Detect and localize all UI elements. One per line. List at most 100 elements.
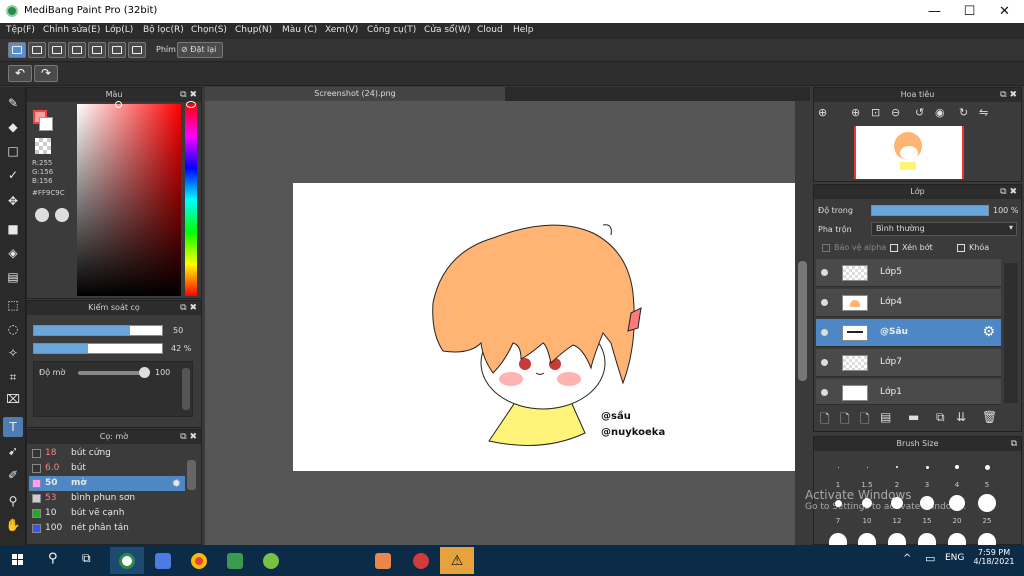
blur-slider-handle[interactable] xyxy=(139,367,150,378)
menu-capture[interactable]: Chụp(N) xyxy=(235,25,272,35)
new-layer-icon[interactable]: 🗋 xyxy=(820,410,830,431)
sv-cursor[interactable] xyxy=(115,101,122,108)
merge-layer-icon[interactable]: ⇊ xyxy=(956,410,966,424)
brush-size-dot[interactable] xyxy=(925,465,929,469)
drawing-canvas[interactable]: @sầu @nuykoeka xyxy=(293,183,795,471)
blur-slider[interactable] xyxy=(78,371,144,375)
document-tab[interactable]: Screenshot (24).png xyxy=(205,87,505,101)
rectangle-tool[interactable]: □ xyxy=(3,141,23,161)
panel-buttons[interactable]: ⧉ ✖ xyxy=(180,88,197,102)
minimize-button[interactable]: — xyxy=(917,0,952,23)
visibility-icon[interactable] xyxy=(821,329,828,336)
menu-cloud[interactable]: Cloud xyxy=(477,25,503,35)
select-eraser-tool[interactable]: ⌧ xyxy=(3,389,23,409)
menu-help[interactable]: Help xyxy=(513,25,534,35)
operation-tool[interactable]: ➹ xyxy=(3,441,23,461)
menu-filter[interactable]: Bộ lọc(R) xyxy=(143,25,184,35)
network-icon[interactable]: ▭ xyxy=(925,552,935,565)
brush-item[interactable]: 10 bút vẽ cạnh xyxy=(29,506,185,521)
layer-row[interactable]: Lớp1 xyxy=(816,379,1001,405)
panel-buttons[interactable]: ⧉ ✖ xyxy=(1000,88,1017,102)
folder-icon[interactable]: ▬ xyxy=(908,410,919,424)
palette-button[interactable] xyxy=(35,208,49,222)
select-pen-tool[interactable]: ⌗ xyxy=(3,367,23,387)
hand-tool[interactable]: ✋ xyxy=(3,515,23,535)
panel-buttons[interactable]: ⧉ ✖ xyxy=(180,301,197,315)
layer-scrollbar[interactable] xyxy=(1004,263,1018,403)
chat-button[interactable] xyxy=(68,42,86,58)
brush-size-dot[interactable] xyxy=(866,466,868,468)
taskbar-app-game[interactable] xyxy=(218,547,252,574)
undo-button[interactable]: ↶ xyxy=(8,65,32,82)
text-tool[interactable]: T xyxy=(3,417,23,437)
pen-tool[interactable]: ✓ xyxy=(3,165,23,185)
share-button[interactable] xyxy=(28,42,46,58)
tray-chevron-icon[interactable]: ^ xyxy=(903,553,911,564)
task-view-icon[interactable]: ⧉ xyxy=(82,551,91,566)
trash-icon[interactable]: 🗑 xyxy=(982,410,997,424)
brush-item[interactable]: 53 bình phun sơn xyxy=(29,491,185,506)
taskbar-app-warning[interactable]: ⚠ xyxy=(440,547,474,574)
brush-size-dot[interactable] xyxy=(888,533,906,545)
taskbar-app-store[interactable] xyxy=(366,547,400,574)
menu-layer[interactable]: Lớp(L) xyxy=(105,25,133,35)
maximize-button[interactable]: ☐ xyxy=(952,0,987,23)
protect-alpha-checkbox[interactable] xyxy=(822,244,830,252)
brush-tool[interactable]: ✎ xyxy=(3,93,23,113)
gear-icon[interactable]: ⚙ xyxy=(982,324,995,340)
taskbar-app-messenger[interactable] xyxy=(146,547,180,574)
lasso-tool[interactable]: ◌ xyxy=(3,319,23,339)
windows-start-icon[interactable] xyxy=(12,554,24,566)
brush-size-slider[interactable] xyxy=(33,325,163,336)
rotate-right-icon[interactable]: ↻ xyxy=(959,106,968,119)
brush-size-dot[interactable] xyxy=(918,533,936,545)
new-8bit-layer-icon[interactable]: 🗋 xyxy=(860,410,870,431)
add-layer-menu-icon[interactable]: ▤ xyxy=(880,410,891,424)
brush-item[interactable]: 18 bút cứng xyxy=(29,446,185,461)
duplicate-layer-icon[interactable]: ⧉ xyxy=(936,410,945,425)
brush-size-dot[interactable] xyxy=(984,464,990,470)
blend-select[interactable]: Bình thường ▾ xyxy=(871,222,1017,236)
layer-row[interactable]: Lớp7 xyxy=(816,349,1001,377)
taskbar-app-medibang[interactable] xyxy=(110,547,144,574)
brush-item-selected[interactable]: 50 mờ ✹ xyxy=(29,476,185,491)
divide-tool[interactable]: ✐ xyxy=(3,465,23,485)
layer-row-selected[interactable]: @Sâu ⚙ xyxy=(816,319,1001,347)
menu-color[interactable]: Màu (C) xyxy=(282,25,317,35)
language-indicator[interactable]: ENG xyxy=(945,553,964,563)
brush-size-dot[interactable] xyxy=(978,494,996,512)
move-tool[interactable]: ✥ xyxy=(3,191,23,211)
brush-opacity-slider[interactable] xyxy=(33,343,163,354)
brush-size-dot[interactable] xyxy=(829,533,847,545)
search-icon[interactable]: ⚲ xyxy=(48,551,58,566)
canvas-vertical-scrollbar[interactable] xyxy=(795,101,810,545)
hue-slider[interactable] xyxy=(185,104,197,296)
brush-size-dot[interactable] xyxy=(955,465,959,469)
saturation-value-picker[interactable] xyxy=(77,104,181,296)
taskbar-app-red[interactable] xyxy=(404,547,438,574)
layer-row[interactable]: Lớp4 xyxy=(816,289,1001,317)
fit-icon[interactable]: ⊡ xyxy=(871,106,880,119)
menu-edit[interactable]: Chỉnh sửa(E) xyxy=(43,25,100,35)
comment-button[interactable] xyxy=(48,42,66,58)
brush-size-dot[interactable] xyxy=(896,466,898,468)
rotate-left-icon[interactable]: ↺ xyxy=(915,106,924,119)
brush-size-dot[interactable] xyxy=(978,533,996,545)
eyedropper-tool[interactable]: ⚲ xyxy=(3,491,23,511)
close-button[interactable]: ✕ xyxy=(987,0,1022,23)
zoom-plus-icon[interactable]: ⊕ xyxy=(851,106,860,119)
redo-button[interactable]: ↷ xyxy=(34,65,58,82)
menu-tools[interactable]: Công cụ(T) xyxy=(367,25,416,35)
brush-item[interactable]: 100 nét phân tán xyxy=(29,521,185,536)
magic-wand-tool[interactable]: ✧ xyxy=(3,343,23,363)
fill-rect-tool[interactable]: ■ xyxy=(3,219,23,239)
canvas-workspace[interactable]: @sầu @nuykoeka xyxy=(205,101,810,545)
navigator-preview[interactable] xyxy=(854,126,964,179)
hue-cursor[interactable] xyxy=(186,101,196,108)
background-color-swatch[interactable] xyxy=(39,117,53,131)
visibility-icon[interactable] xyxy=(821,299,828,306)
menu-window[interactable]: Cửa sổ(W) xyxy=(424,25,470,35)
rotate-reset-icon[interactable]: ◉ xyxy=(935,106,945,119)
grid-button[interactable] xyxy=(128,42,146,58)
panel-buttons[interactable]: ⧉ ✖ xyxy=(180,430,197,444)
